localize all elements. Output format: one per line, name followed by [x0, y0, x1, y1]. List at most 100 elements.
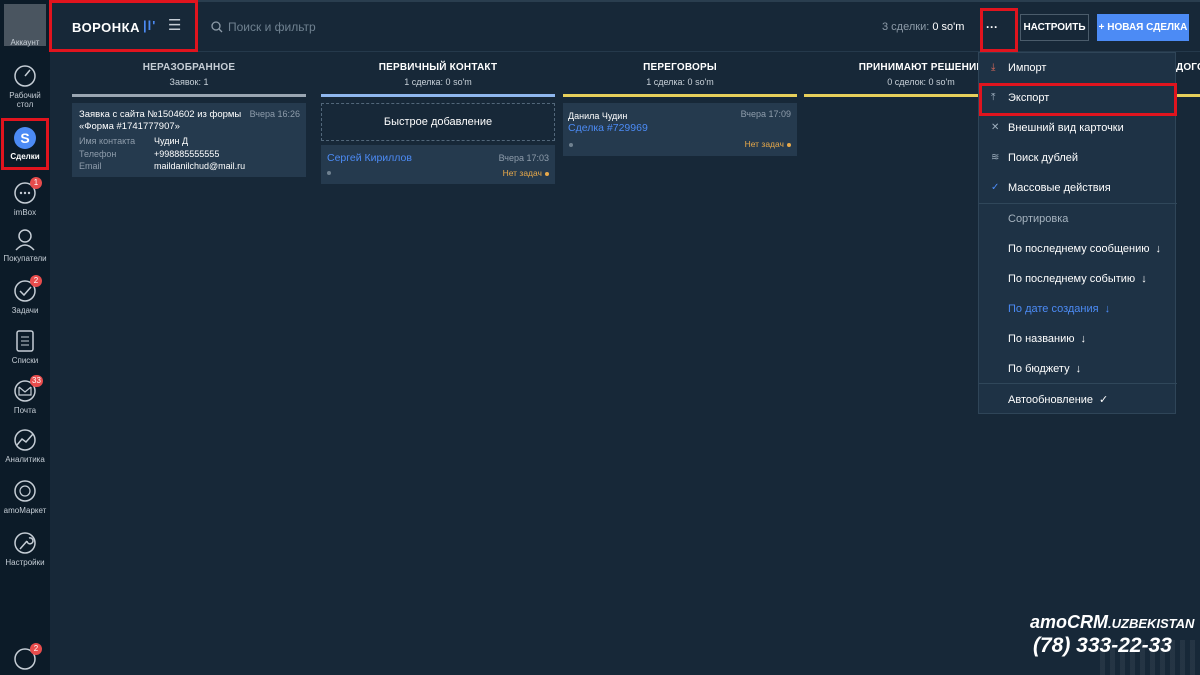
sidebar-item-label: Списки [11, 356, 39, 365]
sidebar-item-label: Рабочий стол [9, 91, 41, 109]
list-icon [16, 330, 34, 352]
notification-badge: 2 [30, 643, 42, 655]
field-row: Телефон [79, 149, 116, 159]
deal-link[interactable]: Сделка #729969 [568, 122, 648, 134]
sidebar-item-imbox[interactable]: 1 imBox [0, 177, 50, 217]
sort-item-label: По последнему сообщению [1008, 243, 1150, 255]
deal-time: Вчера 17:03 [498, 153, 549, 163]
new-deal-button[interactable]: + НОВАЯ СДЕЛКА [1097, 14, 1189, 41]
sidebar-item-tasks[interactable]: 2 Задачи [0, 275, 50, 315]
menu-item-find-duplicates[interactable]: ≋ Поиск дублей [979, 143, 1177, 173]
search-icon [211, 21, 223, 33]
sort-by-last-event[interactable]: По последнему событию ↓ [1008, 273, 1147, 285]
more-options-button[interactable]: ··· [986, 20, 998, 34]
sort-item-label: По дате создания [1008, 303, 1099, 315]
unsorted-lead-card[interactable]: Заявка с сайта №1504602 из формы «Форма … [72, 103, 306, 177]
field-key: Email [79, 161, 102, 171]
sort-item-label: По бюджету [1008, 363, 1070, 375]
more-options-menu: ⤓ Импорт ⤒ Экспорт ✕ Внешний вид карточк… [978, 52, 1177, 414]
notification-badge: 1 [30, 177, 42, 189]
sidebar-item-customers[interactable]: Покупатели [0, 226, 50, 263]
sidebar-item-deals[interactable]: S Сделки [0, 124, 50, 161]
column-header-contract: ДОГО [1176, 62, 1200, 73]
analytics-icon [14, 429, 36, 451]
sidebar-item-amomarket[interactable]: amoМаркет [0, 478, 50, 515]
pipeline-title[interactable]: ВОРОНКА [72, 20, 140, 35]
watermark-phone: (78) 333-22-33 [1033, 634, 1172, 657]
sort-by-name[interactable]: По названию ↓ [1008, 333, 1086, 345]
notification-badge: 2 [30, 275, 42, 287]
column-subtitle: 1 сделка: 0 so'm [646, 77, 714, 87]
deal-card[interactable]: Данила Чудин Вчера 17:09 Сделка #729969 … [563, 103, 797, 156]
contact-email: maildanilchud@mail.ru [154, 161, 246, 171]
arrow-down-icon: ↓ [1080, 333, 1087, 345]
column-subtitle: 1 сделка: 0 so'm [404, 77, 472, 87]
deals-count: 3 сделки: [882, 21, 930, 33]
sidebar-item-dashboard[interactable]: Рабочий стол [0, 63, 50, 109]
arrow-down-icon: ↓ [1075, 363, 1082, 375]
deal-contact-link[interactable]: Сергей Кириллов [327, 152, 412, 164]
arrow-down-icon: ↓ [1141, 273, 1147, 285]
sort-item-label: По названию [1008, 333, 1075, 345]
deals-icon: S [14, 127, 36, 149]
autoupdate-toggle[interactable]: Автообновление ✓ [1008, 393, 1108, 406]
arrow-down-icon: ↓ [1104, 303, 1111, 315]
top-bar: ВОРОНКА |l' ☰ Поиск и фильтр 3 сделки: 0… [49, 0, 1200, 52]
menu-item-label: Внешний вид карточки [1008, 122, 1124, 134]
field-value: +998885555555 [154, 149, 219, 159]
sidebar-item-label: Настройки [5, 558, 45, 567]
deals-summary: 3 сделки: 0 so'm [882, 21, 964, 33]
lead-title-line: «Форма #1741777907» [79, 121, 180, 132]
sidebar-item-settings[interactable]: Настройки [0, 530, 50, 567]
sidebar-item-lists[interactable]: Списки [0, 328, 50, 365]
column-header-negotiation: ПЕРЕГОВОРЫ 1 сделка: 0 so'm [563, 62, 797, 87]
quick-add-button[interactable]: Быстрое добавление [321, 103, 555, 141]
sidebar-item-analytics[interactable]: Аналитика [0, 427, 50, 464]
svg-text:S: S [20, 130, 29, 146]
field-key: Имя контакта [79, 136, 136, 146]
sidebar-item-support[interactable]: 2 [0, 643, 50, 674]
sidebar-item-mail[interactable]: 33 Почта [0, 375, 50, 415]
menu-item-bulk-actions[interactable]: ✓ Массовые действия [979, 173, 1177, 203]
duplicates-icon: ≋ [991, 152, 1000, 163]
lead-title-line: Заявка с сайта №1504602 из формы [79, 109, 242, 120]
contact-phone: +998885555555 [154, 149, 220, 159]
column-title: ПЕРЕГОВОРЫ [643, 62, 717, 73]
contact-name: Чудин Д [154, 136, 189, 146]
field-value: maildanilchud@mail.ru [154, 161, 245, 171]
field-row: Email [79, 161, 102, 171]
field-value: Чудин Д [154, 136, 188, 146]
menu-item-import[interactable]: ⤓ Импорт [979, 53, 1177, 83]
kanban-view-icon[interactable]: |l' [143, 18, 156, 33]
top-divider [50, 0, 1200, 2]
sidebar-item-label: Аналитика [5, 455, 45, 464]
column-title: НЕРАЗОБРАННОЕ [142, 62, 236, 73]
sort-item-label: По последнему событию [1008, 273, 1136, 285]
no-tasks-label[interactable]: Нет задач [745, 139, 791, 149]
lead-time: Вчера 16:26 [249, 109, 300, 119]
deal-card[interactable]: Сергей Кириллов Вчера 17:03 Нет задач [321, 145, 555, 184]
sidebar-item-label: amoМаркет [3, 506, 47, 515]
column-header-unsorted: НЕРАЗОБРАННОЕ Заявок: 1 [72, 62, 306, 87]
menu-item-label: Массовые действия [1008, 182, 1111, 194]
sidebar-item-account[interactable]: Аккаунт [0, 38, 50, 47]
brand-name: amoCRM [1030, 612, 1109, 632]
sidebar-item-label: Сделки [10, 152, 40, 161]
watermark-brand: amoCRM.UZBEKISTAN [1030, 612, 1194, 633]
list-view-icon[interactable]: ☰ [168, 16, 181, 34]
no-tasks-label[interactable]: Нет задач [503, 168, 549, 178]
menu-item-label: Импорт [1008, 62, 1047, 74]
menu-item-card-view[interactable]: ✕ Внешний вид карточки [979, 113, 1177, 143]
setup-button[interactable]: НАСТРОИТЬ [1020, 14, 1089, 41]
column-bar [1176, 94, 1200, 97]
sort-by-creation-date[interactable]: По дате создания ↓ [1008, 303, 1110, 315]
market-icon [14, 480, 36, 502]
search-input[interactable]: Поиск и фильтр [228, 20, 316, 34]
autoupdate-label: Автообновление [1008, 394, 1094, 406]
check-icon: ✓ [1099, 394, 1109, 406]
sort-by-budget[interactable]: По бюджету ↓ [1008, 363, 1081, 375]
deal-contact[interactable]: Данила Чудин [568, 110, 627, 122]
field-key: Телефон [79, 149, 117, 159]
sort-by-last-message[interactable]: По последнему сообщению ↓ [1008, 243, 1161, 255]
menu-divider [979, 383, 1177, 384]
